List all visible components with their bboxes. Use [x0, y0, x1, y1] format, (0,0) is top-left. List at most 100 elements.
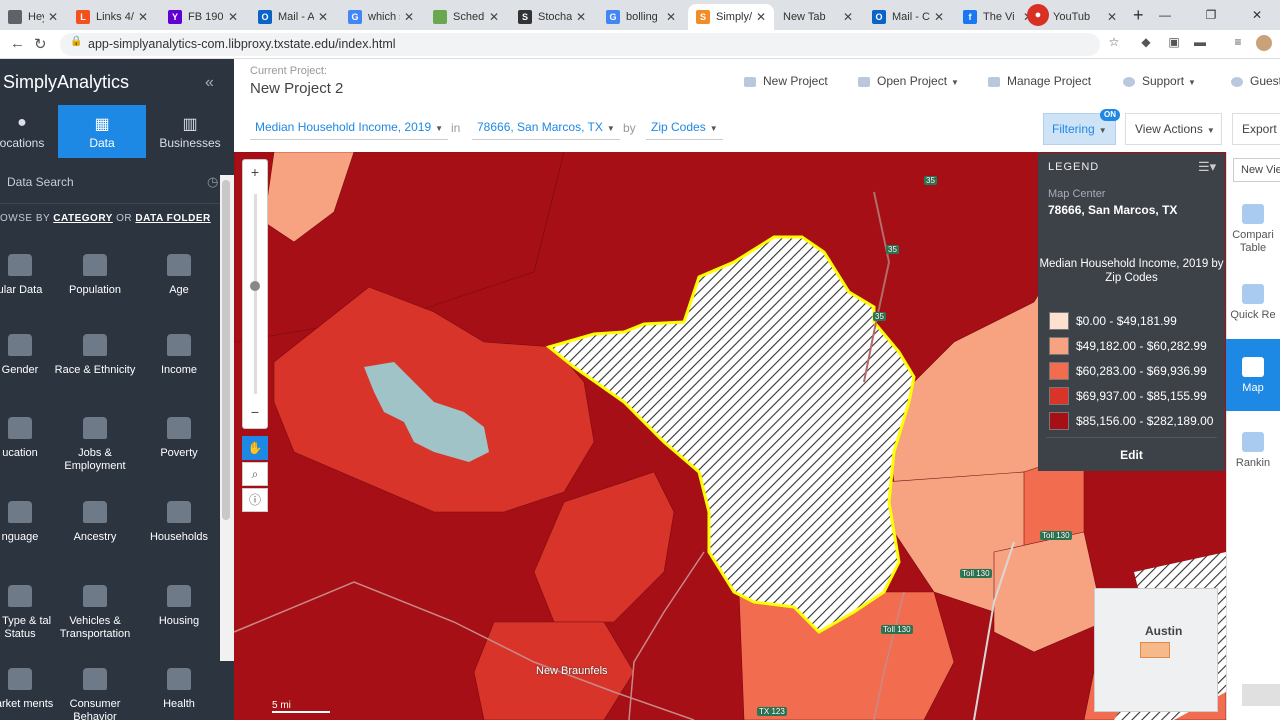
rail-item-ranking[interactable]: Rankin [1226, 430, 1280, 480]
reload-icon[interactable]: ↻ [34, 35, 47, 53]
zoom-slider-track[interactable] [254, 194, 257, 394]
close-tab-icon[interactable]: ✕ [756, 10, 766, 24]
close-tab-icon[interactable]: ✕ [228, 10, 238, 24]
open-project-button[interactable]: Open Project ▼ [858, 74, 959, 88]
category-housing[interactable]: Housing [137, 585, 221, 628]
category-age[interactable]: Age [137, 254, 221, 297]
in-label: in [451, 121, 461, 135]
browser-tab[interactable]: Gbolling ✕ [598, 4, 684, 30]
nav-businesses[interactable]: ▥ Businesses [146, 105, 234, 158]
browser-tab[interactable]: L Links 4/ ✕ [68, 4, 156, 30]
close-tab-icon[interactable]: ✕ [1107, 10, 1117, 24]
browser-tab[interactable]: Hey Nin ✕ [0, 4, 66, 30]
category-money[interactable]: Income [137, 334, 221, 377]
close-tab-icon[interactable]: ✕ [934, 10, 944, 24]
legend-edit-button[interactable]: Edit [1038, 448, 1225, 462]
export-button[interactable]: Export [1232, 113, 1280, 145]
tab-favicon-yahoo-icon: Y [168, 10, 182, 24]
info-icon[interactable]: ⓘ [242, 488, 268, 512]
browser-tab[interactable]: YouTub ✕ [1045, 4, 1125, 30]
nav-locations[interactable]: ● ocations [0, 105, 66, 158]
place-label: New Braunfels [536, 665, 608, 677]
geography-select[interactable]: Zip Codes ▼ [646, 120, 723, 140]
minimize-icon[interactable]: — [1142, 8, 1188, 22]
category-cart[interactable]: Consumer Behavior [53, 668, 137, 720]
category-briefcase[interactable]: Jobs & Employment [53, 417, 137, 473]
guest-button[interactable]: Guest [1231, 74, 1280, 88]
close-tab-icon[interactable]: ✕ [489, 10, 499, 24]
close-tab-icon[interactable]: ✕ [318, 10, 328, 24]
history-icon[interactable]: ◷ [207, 174, 218, 190]
zoom-in-button[interactable]: + [243, 164, 267, 180]
browser-tab[interactable]: Schedu ✕ [425, 4, 507, 30]
close-tab-icon[interactable]: ✕ [48, 10, 58, 24]
extension-icon[interactable]: ≡ [1230, 35, 1246, 51]
extension-icon[interactable]: ◆ [1138, 35, 1154, 51]
close-tab-icon[interactable]: ✕ [404, 10, 414, 24]
gender-icon [8, 334, 32, 356]
lock-icon: 🔒 [70, 36, 83, 47]
category-label: Vehicles & Transportation [59, 615, 131, 640]
sidebar-scrollbar[interactable] [222, 180, 230, 520]
briefcase-icon [83, 417, 107, 439]
url-field[interactable]: app-simplyanalytics-com.libproxy.txstate… [60, 33, 1100, 56]
legend-bin-label: $60,283.00 - $69,936.99 [1076, 364, 1207, 378]
tab-favicon-bookmark-icon: L [76, 10, 90, 24]
divider [1046, 437, 1217, 438]
highway-shield: 35 [924, 176, 937, 185]
close-tab-icon[interactable]: ✕ [138, 10, 148, 24]
nav-data[interactable]: ▦ Data [58, 105, 146, 158]
manage-project-button[interactable]: Manage Project [988, 74, 1091, 88]
maximize-icon[interactable]: ❐ [1188, 8, 1234, 22]
category-ancestry[interactable]: Ancestry [53, 501, 137, 544]
view-actions-button[interactable]: View Actions ▼ [1125, 113, 1222, 145]
avatar[interactable] [1256, 35, 1272, 51]
category-bus[interactable]: Vehicles & Transportation [53, 585, 137, 641]
browse-folder-link[interactable]: DATA FOLDER [135, 213, 210, 224]
zoom-magnifier-icon[interactable]: ⌕ [242, 462, 268, 486]
data-search-input[interactable]: Data Search ◷ [0, 158, 234, 204]
browser-tab[interactable]: Gwhich s ✕ [340, 4, 422, 30]
new-project-button[interactable]: New Project [744, 74, 828, 88]
legend-menu-icon[interactable]: ☰▾ [1198, 159, 1216, 175]
pan-hand-icon[interactable]: ✋ [242, 436, 268, 460]
back-icon[interactable]: ← [10, 35, 25, 52]
category-house[interactable]: Households [137, 501, 221, 544]
category-poverty[interactable]: Poverty [137, 417, 221, 460]
browser-tab[interactable]: O Mail - C ✕ [864, 4, 952, 30]
rail-item-map[interactable]: Map [1226, 339, 1280, 411]
close-tab-icon[interactable]: ✕ [576, 10, 586, 24]
browser-tab[interactable]: Y FB 190. ✕ [160, 4, 246, 30]
extension-icon[interactable]: ▣ [1166, 35, 1182, 51]
category-heart[interactable]: Health [137, 668, 221, 711]
zoom-out-button[interactable]: − [243, 404, 267, 420]
close-tab-icon[interactable]: ✕ [666, 10, 676, 24]
legend-bin: $69,937.00 - $85,155.99 [1049, 386, 1207, 406]
new-view-button[interactable]: New Vie [1233, 158, 1280, 182]
close-window-icon[interactable]: ✕ [1234, 8, 1280, 22]
microphone-recording-icon[interactable]: ● [1027, 4, 1049, 26]
extension-icon[interactable]: ▬ [1192, 35, 1208, 51]
pause-control[interactable] [1242, 684, 1280, 706]
browser-tab[interactable]: O Mail - A ✕ [250, 4, 336, 30]
bookmark-star-icon[interactable]: ☆ [1106, 35, 1122, 51]
location-select[interactable]: 78666, San Marcos, TX ▼ [472, 120, 620, 140]
close-tab-icon[interactable]: ✕ [843, 10, 853, 24]
zoom-slider-handle[interactable] [250, 281, 260, 291]
browser-tab[interactable]: S Simply/ ✕ [688, 4, 774, 30]
browse-category-link[interactable]: CATEGORY [53, 213, 113, 224]
browser-tab[interactable]: New Tab ✕ [775, 4, 861, 30]
rail-item-comparison-table[interactable]: Compari Table [1226, 200, 1280, 260]
category-people[interactable]: Population [53, 254, 137, 297]
browser-tab[interactable]: S Stochas ✕ [510, 4, 594, 30]
market-icon [8, 668, 32, 690]
category-label: Income [160, 364, 198, 376]
minimap-viewport[interactable] [1140, 642, 1170, 658]
category-race[interactable]: Race & Ethnicity [53, 334, 137, 377]
legend-variable-title: Median Household Income, 2019 by Zip Cod… [1039, 258, 1224, 284]
support-button[interactable]: Support ▼ [1123, 74, 1196, 88]
collapse-sidebar-icon[interactable]: « [205, 74, 214, 92]
tab-favicon-simply-icon: S [696, 10, 710, 24]
rail-item-quick-report[interactable]: Quick Re [1226, 280, 1280, 330]
variable-select[interactable]: Median Household Income, 2019 ▼ [250, 120, 449, 140]
